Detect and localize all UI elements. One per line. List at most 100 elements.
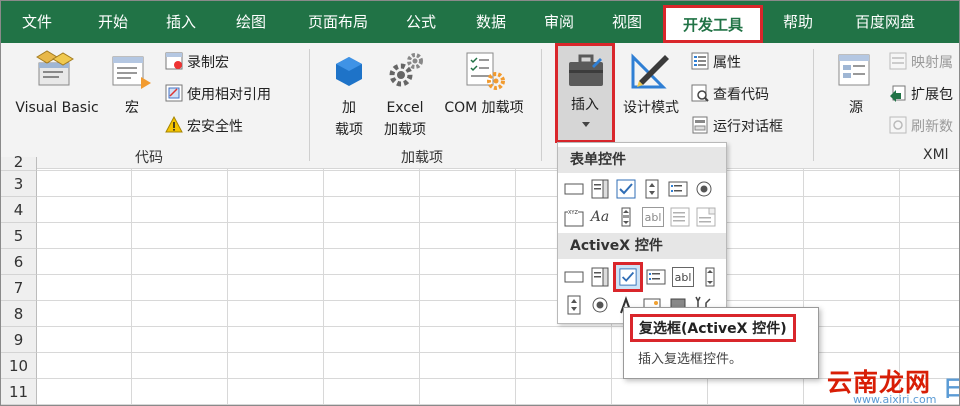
- expansion-packs-icon: [890, 85, 906, 102]
- macros-button[interactable]: 宏: [109, 47, 155, 137]
- refresh-data-label: 刷新数: [911, 119, 953, 135]
- tab-data[interactable]: 数据: [463, 1, 519, 43]
- view-code-icon: [691, 84, 709, 102]
- grid-line: [37, 248, 959, 249]
- tab-review[interactable]: 审阅: [531, 1, 587, 43]
- insert-controls-button[interactable]: 插入: [555, 43, 615, 143]
- tooltip-title: 复选框(ActiveX 控件): [630, 314, 796, 342]
- tab-insert[interactable]: 插入: [153, 1, 209, 43]
- properties-button[interactable]: 属性: [691, 51, 741, 75]
- xml-source-button[interactable]: 源: [831, 47, 881, 127]
- warning-icon: [165, 116, 183, 133]
- tab-formulas[interactable]: 公式: [393, 1, 449, 43]
- form-combobox-control[interactable]: [590, 179, 610, 199]
- site-watermark: 云南龙网 日 www.aixiri.com: [823, 363, 959, 406]
- run-dialog-label: 运行对话框: [713, 119, 783, 135]
- tab-file[interactable]: 文件: [9, 1, 65, 43]
- tab-developer[interactable]: 开发工具: [663, 5, 763, 43]
- visual-basic-button[interactable]: Visual Basic: [9, 47, 105, 137]
- form-textfield-control[interactable]: abl: [642, 207, 664, 227]
- activex-listbox-control[interactable]: [646, 267, 666, 287]
- tab-view[interactable]: 视图: [599, 1, 655, 43]
- grid-line: [131, 169, 132, 405]
- grid-line: [419, 169, 420, 405]
- activex-spinner-control[interactable]: [564, 295, 584, 315]
- xml-source-label: 源: [849, 100, 863, 116]
- form-listbox-control[interactable]: [668, 179, 688, 199]
- map-properties-button[interactable]: 映射属: [889, 51, 953, 75]
- watermark-sun-glyph: 日: [943, 371, 959, 403]
- com-addins-button[interactable]: COM 加载项: [435, 47, 533, 127]
- properties-icon: [691, 52, 709, 70]
- refresh-icon: [889, 116, 907, 134]
- grid-line: [323, 169, 324, 405]
- activex-button-control[interactable]: [564, 267, 584, 287]
- form-combo-list-control[interactable]: [670, 207, 690, 227]
- grid-line: [37, 326, 959, 327]
- expansion-packs-button[interactable]: 扩展包: [889, 83, 953, 107]
- record-macro-label: 录制宏: [187, 55, 229, 71]
- row-header-6[interactable]: 6: [1, 249, 37, 275]
- record-macro-icon: [165, 52, 183, 70]
- chevron-down-icon: [582, 122, 590, 127]
- addins-button[interactable]: 加 载项: [327, 47, 371, 143]
- row-header-4[interactable]: 4: [1, 197, 37, 223]
- grid-line: [37, 274, 959, 275]
- tab-baidu-netdisk[interactable]: 百度网盘: [839, 1, 931, 43]
- run-dialog-button[interactable]: 运行对话框: [691, 115, 783, 139]
- expansion-packs-label: 扩展包: [911, 87, 953, 103]
- tooltip-description: 插入复选框控件。: [638, 352, 743, 367]
- tab-draw[interactable]: 绘图: [223, 1, 279, 43]
- addins-icon: [336, 57, 362, 86]
- form-groupbox-control[interactable]: XYZ: [564, 207, 584, 227]
- form-spinner-control[interactable]: [642, 179, 662, 199]
- row-header-8[interactable]: 8: [1, 301, 37, 327]
- activex-checkbox-control[interactable]: [613, 262, 643, 292]
- activex-combobox-control[interactable]: [590, 267, 610, 287]
- form-option-button-control[interactable]: [694, 179, 714, 199]
- row-header-7[interactable]: 7: [1, 275, 37, 301]
- design-mode-icon: [631, 53, 669, 89]
- form-button-control[interactable]: [564, 179, 584, 199]
- design-mode-button[interactable]: 设计模式: [615, 47, 687, 127]
- relative-references-label: 使用相对引用: [187, 87, 271, 103]
- form-scrollbar-control[interactable]: [616, 207, 636, 227]
- view-code-button[interactable]: 查看代码: [691, 83, 769, 107]
- tab-home[interactable]: 开始: [85, 1, 141, 43]
- run-dialog-icon: [692, 116, 708, 134]
- visual-basic-label: Visual Basic: [15, 100, 99, 116]
- row-header-3[interactable]: 3: [1, 171, 37, 197]
- group-divider: [541, 49, 542, 161]
- form-controls-header: 表单控件: [558, 147, 726, 173]
- activex-option-button-control[interactable]: [590, 295, 610, 315]
- row-header-5[interactable]: 5: [1, 223, 37, 249]
- row-header-10[interactable]: 10: [1, 353, 37, 379]
- xml-group-label: XMl: [923, 147, 949, 163]
- group-divider: [813, 49, 814, 161]
- row-header-9[interactable]: 9: [1, 327, 37, 353]
- group-divider: [309, 49, 310, 161]
- tab-help[interactable]: 帮助: [771, 1, 825, 43]
- grid-line: [37, 196, 959, 197]
- watermark-url: www.aixiri.com: [853, 393, 937, 406]
- row-header-11[interactable]: 11: [1, 379, 37, 405]
- form-combo-dropdown-control[interactable]: [696, 207, 716, 227]
- refresh-data-button[interactable]: 刷新数: [889, 115, 953, 139]
- xml-source-icon: [838, 54, 870, 86]
- row-header-2[interactable]: 2: [1, 155, 37, 171]
- activex-textbox-control[interactable]: abl: [672, 267, 694, 287]
- record-macro-button[interactable]: 录制宏: [165, 51, 229, 75]
- form-label-control[interactable]: Aa: [590, 207, 610, 227]
- addins-label-line1: 加: [342, 100, 356, 116]
- activex-scrollbar-control[interactable]: [700, 267, 720, 287]
- grid-line: [37, 300, 959, 301]
- grid-line: [37, 352, 959, 353]
- form-checkbox-control[interactable]: [616, 179, 636, 199]
- com-addins-icon: [466, 52, 505, 90]
- macro-security-button[interactable]: 宏安全性: [165, 115, 243, 139]
- relative-references-button[interactable]: 使用相对引用: [165, 83, 271, 107]
- ribbon: Visual Basic 宏 录制宏 使用相对引用 宏安全性 代码 加 载项 E…: [1, 43, 959, 169]
- tab-page-layout[interactable]: 页面布局: [297, 1, 379, 43]
- view-code-label: 查看代码: [713, 87, 769, 103]
- excel-addins-button[interactable]: Excel 加载项: [377, 47, 433, 143]
